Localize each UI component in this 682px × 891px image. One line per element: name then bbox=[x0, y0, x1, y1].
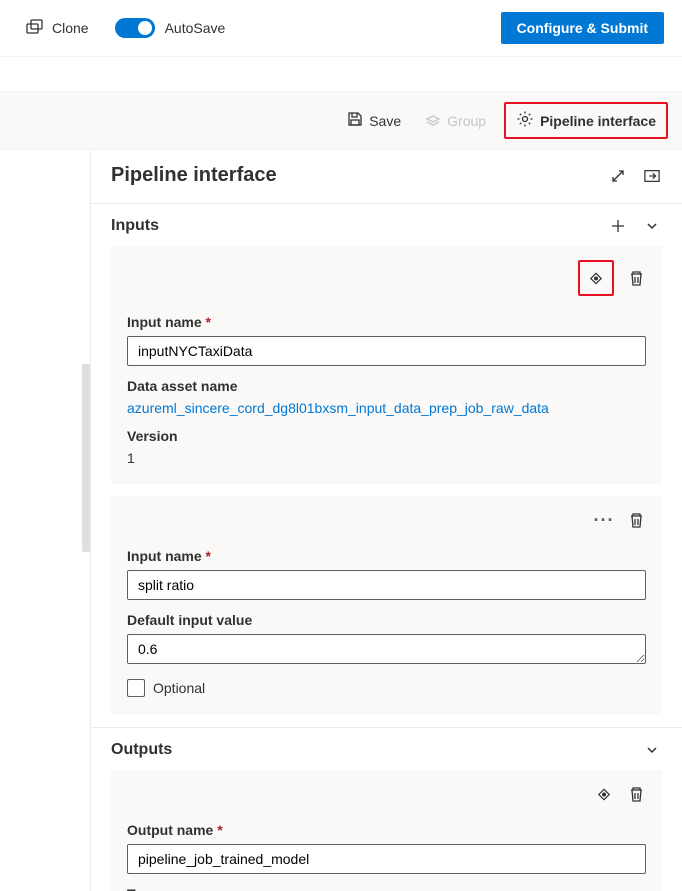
left-gutter bbox=[0, 150, 90, 891]
panel-title: Pipeline interface bbox=[111, 164, 608, 187]
optional-checkbox[interactable] bbox=[127, 679, 145, 697]
resize-handle[interactable] bbox=[82, 364, 90, 552]
default-value-label: Default input value bbox=[127, 612, 646, 628]
gear-icon bbox=[516, 110, 534, 131]
input-name-label-0: Input name bbox=[127, 314, 646, 330]
group-icon bbox=[425, 111, 441, 130]
locate-icon[interactable] bbox=[586, 268, 606, 288]
configure-submit-button[interactable]: Configure & Submit bbox=[501, 12, 664, 44]
top-bar: Clone AutoSave Configure & Submit bbox=[0, 0, 682, 57]
pipeline-interface-button[interactable]: Pipeline interface bbox=[510, 106, 662, 135]
panel-scroll[interactable]: Pipeline interface Inputs bbox=[91, 150, 682, 891]
panel-header: Pipeline interface bbox=[91, 150, 682, 203]
outputs-section: Outputs Output name T bbox=[91, 727, 682, 891]
version-label: Version bbox=[127, 428, 646, 444]
version-value: 1 bbox=[127, 450, 646, 466]
collapse-outputs-button[interactable] bbox=[642, 740, 662, 760]
optional-row: Optional bbox=[127, 679, 646, 697]
more-icon[interactable]: ··· bbox=[594, 510, 614, 530]
output-type-label: Type bbox=[127, 886, 646, 891]
toolbar: Save Group Pipeline interface bbox=[0, 91, 682, 150]
optional-label: Optional bbox=[153, 680, 205, 696]
autosave-label: AutoSave bbox=[165, 20, 226, 36]
collapse-inputs-button[interactable] bbox=[642, 216, 662, 236]
inputs-title: Inputs bbox=[111, 217, 608, 235]
save-button[interactable]: Save bbox=[341, 107, 407, 134]
expand-icon[interactable] bbox=[608, 166, 628, 186]
input-name-label-1: Input name bbox=[127, 548, 646, 564]
clone-icon bbox=[26, 19, 44, 38]
input-card-0: Input name Data asset name azureml_since… bbox=[111, 246, 662, 484]
outputs-title: Outputs bbox=[111, 741, 642, 759]
add-input-button[interactable] bbox=[608, 216, 628, 236]
delete-icon[interactable] bbox=[626, 510, 646, 530]
clone-button[interactable]: Clone bbox=[26, 19, 89, 38]
pipeline-interface-panel: Pipeline interface Inputs bbox=[90, 150, 682, 891]
output-name-label-0: Output name bbox=[127, 822, 646, 838]
autosave-toggle[interactable] bbox=[115, 18, 155, 38]
save-icon bbox=[347, 111, 363, 130]
group-label: Group bbox=[447, 113, 486, 129]
pipeline-interface-label: Pipeline interface bbox=[540, 113, 656, 129]
default-value-field[interactable] bbox=[127, 634, 646, 664]
autosave-toggle-wrap: AutoSave bbox=[115, 18, 226, 38]
inputs-section: Inputs bbox=[91, 203, 682, 715]
delete-icon[interactable] bbox=[626, 268, 646, 288]
group-button: Group bbox=[419, 107, 492, 134]
input-name-field-0[interactable] bbox=[127, 336, 646, 366]
panel-outer: Pipeline interface Inputs bbox=[0, 150, 682, 891]
clone-label: Clone bbox=[52, 20, 89, 36]
inputs-header: Inputs bbox=[111, 216, 662, 246]
delete-icon[interactable] bbox=[626, 784, 646, 804]
output-name-field-0[interactable] bbox=[127, 844, 646, 874]
data-asset-label: Data asset name bbox=[127, 378, 646, 394]
dock-right-icon[interactable] bbox=[642, 166, 662, 186]
locate-highlight bbox=[578, 260, 614, 296]
locate-icon[interactable] bbox=[594, 784, 614, 804]
pipeline-interface-highlight: Pipeline interface bbox=[504, 102, 668, 139]
input-name-field-1[interactable] bbox=[127, 570, 646, 600]
outputs-header: Outputs bbox=[111, 740, 662, 770]
output-card-0: Output name Type bbox=[111, 770, 662, 891]
data-asset-link[interactable]: azureml_sincere_cord_dg8l01bxsm_input_da… bbox=[127, 400, 549, 416]
save-label: Save bbox=[369, 113, 401, 129]
input-card-1: ··· Input name Default input value Optio… bbox=[111, 496, 662, 715]
